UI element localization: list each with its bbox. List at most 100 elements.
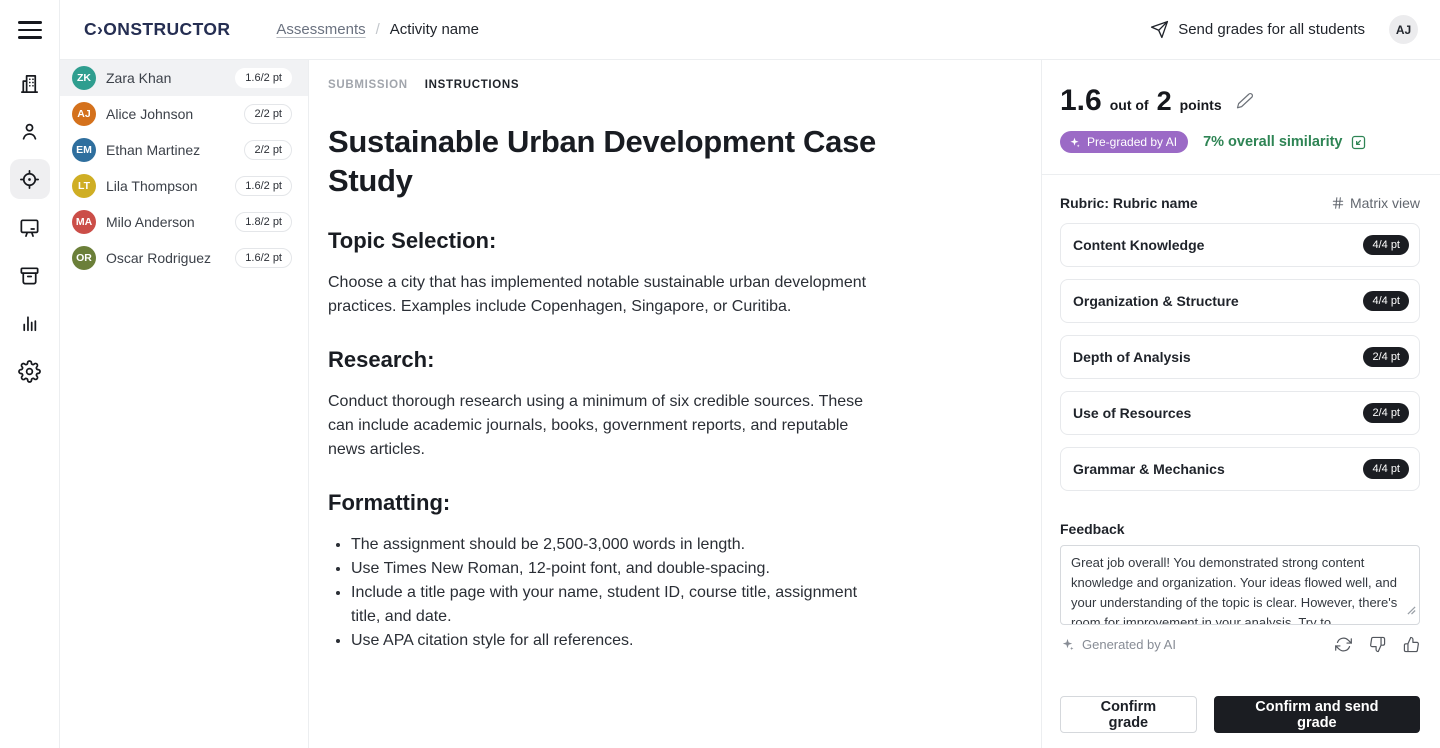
icon-rail [0,0,60,748]
section-heading: Topic Selection: [328,228,890,254]
sidebar-item-analytics[interactable] [10,303,50,343]
grade-actions: Confirm grade Confirm and send grade [1060,696,1420,733]
student-avatar: MA [72,210,96,234]
breadcrumb-assessments-link[interactable]: Assessments [276,21,365,38]
score-out-of-label: out of [1110,97,1149,113]
ai-feedback-toolbar: Generated by AI [1060,636,1420,653]
rubric-criterion-row[interactable]: Use of Resources 2/4 pt [1060,391,1420,435]
criterion-score-pill: 2/4 pt [1363,403,1409,423]
bar-chart-icon [18,312,41,335]
app-window: C›ONSTRUCTOR Assessments / Activity name… [0,0,1440,748]
student-name: Milo Anderson [106,214,225,230]
formatting-list-item: Include a title page with your name, stu… [351,581,890,629]
student-row[interactable]: LT Lila Thompson 1.6/2 pt [60,168,308,204]
criterion-name: Depth of Analysis [1073,349,1191,365]
feedback-textarea[interactable]: Great job overall! You demonstrated stro… [1060,545,1420,625]
section-heading: Research: [328,347,890,373]
rubric-criterion-row[interactable]: Organization & Structure 4/4 pt [1060,279,1420,323]
board-icon [18,216,41,239]
formatting-list-item: The assignment should be 2,500-3,000 wor… [351,533,890,557]
criterion-score-pill: 2/4 pt [1363,347,1409,367]
ai-sparkle-icon [1060,637,1075,652]
edit-score-button[interactable] [1236,92,1254,110]
criterion-score-pill: 4/4 pt [1363,291,1409,311]
rubric-header: Rubric: Rubric name Matrix view [1060,195,1420,211]
criterion-score-pill: 4/4 pt [1363,459,1409,479]
student-score-badge: 1.6/2 pt [235,68,292,88]
top-bar: C›ONSTRUCTOR Assessments / Activity name… [60,0,1440,60]
breadcrumb: Assessments / Activity name [276,21,479,38]
student-name: Lila Thompson [106,178,225,194]
thumbs-down-button[interactable] [1369,636,1386,653]
section-paragraph: Choose a city that has implemented notab… [328,271,890,319]
assignment-title: Sustainable Urban Development Case Study [328,122,890,200]
grading-panel: 1.6 out of 2 points Pre-graded by AI 7% … [1042,60,1440,748]
student-row[interactable]: AJ Alice Johnson 2/2 pt [60,96,308,132]
send-grades-all-button[interactable]: Send grades for all students [1150,20,1365,39]
thumbs-up-button[interactable] [1403,636,1420,653]
tab-submission[interactable]: SUBMISSION [328,77,408,93]
score-points-label: points [1180,97,1222,113]
section-heading: Formatting: [328,490,890,516]
pencil-icon [1236,92,1254,110]
formatting-list-item: Use APA citation style for all reference… [351,629,890,653]
score-summary: 1.6 out of 2 points [1060,84,1420,118]
student-name: Zara Khan [106,70,225,86]
student-avatar: EM [72,138,96,162]
rubric-title: Rubric: Rubric name [1060,195,1198,211]
similarity-report-icon [1350,134,1367,151]
student-score-badge: 1.8/2 pt [235,212,292,232]
student-score-badge: 1.6/2 pt [235,248,292,268]
buildings-icon [18,72,41,95]
sidebar-item-organization[interactable] [10,63,50,103]
send-grades-all-label: Send grades for all students [1178,21,1365,38]
breadcrumb-separator: / [376,21,380,38]
student-row[interactable]: MA Milo Anderson 1.8/2 pt [60,204,308,240]
sidebar-item-archive[interactable] [10,255,50,295]
rubric-criterion-row[interactable]: Grammar & Mechanics 4/4 pt [1060,447,1420,491]
section-paragraph: Conduct thorough research using a minimu… [328,390,890,462]
student-row[interactable]: ZK Zara Khan 1.6/2 pt [60,60,308,96]
thumbs-down-icon [1369,636,1386,653]
ai-sparkle-icon [1068,136,1081,149]
student-list: ZK Zara Khan 1.6/2 pt AJ Alice Johnson 2… [60,60,309,748]
regenerate-feedback-button[interactable] [1335,636,1352,653]
refresh-icon [1335,636,1352,653]
formatting-list: The assignment should be 2,500-3,000 wor… [328,533,890,653]
similarity-label: 7% overall similarity [1203,134,1342,150]
student-row[interactable]: EM Ethan Martinez 2/2 pt [60,132,308,168]
rubric-criterion-row[interactable]: Content Knowledge 4/4 pt [1060,223,1420,267]
student-name: Oscar Rodriguez [106,250,225,266]
sidebar-item-settings[interactable] [10,351,50,391]
brand-logo: C›ONSTRUCTOR [84,19,230,40]
sidebar-item-board[interactable] [10,207,50,247]
user-avatar[interactable]: AJ [1389,15,1418,44]
score-value: 1.6 [1060,84,1102,118]
score-max: 2 [1157,86,1172,117]
student-avatar: ZK [72,66,96,90]
student-score-badge: 2/2 pt [244,104,292,124]
sidebar-item-grading[interactable] [10,159,50,199]
student-name: Alice Johnson [106,106,234,122]
rubric-criterion-row[interactable]: Depth of Analysis 2/4 pt [1060,335,1420,379]
formatting-list-item: Use Times New Roman, 12-point font, and … [351,557,890,581]
breadcrumb-current: Activity name [390,21,479,38]
student-name: Ethan Martinez [106,142,234,158]
sidebar-item-people[interactable] [10,111,50,151]
matrix-view-label: Matrix view [1350,195,1420,211]
student-avatar: AJ [72,102,96,126]
criterion-name: Grammar & Mechanics [1073,461,1225,477]
confirm-send-grade-button[interactable]: Confirm and send grade [1214,696,1420,733]
send-icon [1150,20,1169,39]
matrix-view-button[interactable]: Matrix view [1331,195,1420,211]
criterion-name: Organization & Structure [1073,293,1239,309]
main-content: SUBMISSION INSTRUCTIONS Sustainable Urba… [309,60,1042,748]
similarity-link[interactable]: 7% overall similarity [1203,134,1366,151]
menu-icon[interactable] [18,18,42,42]
student-row[interactable]: OR Oscar Rodriguez 1.6/2 pt [60,240,308,276]
generated-by-ai-label: Generated by AI [1082,637,1176,652]
tab-instructions[interactable]: INSTRUCTIONS [425,77,520,93]
grade-status-row: Pre-graded by AI 7% overall similarity [1060,131,1420,153]
confirm-grade-button[interactable]: Confirm grade [1060,696,1197,733]
generated-by-ai: Generated by AI [1060,637,1176,652]
